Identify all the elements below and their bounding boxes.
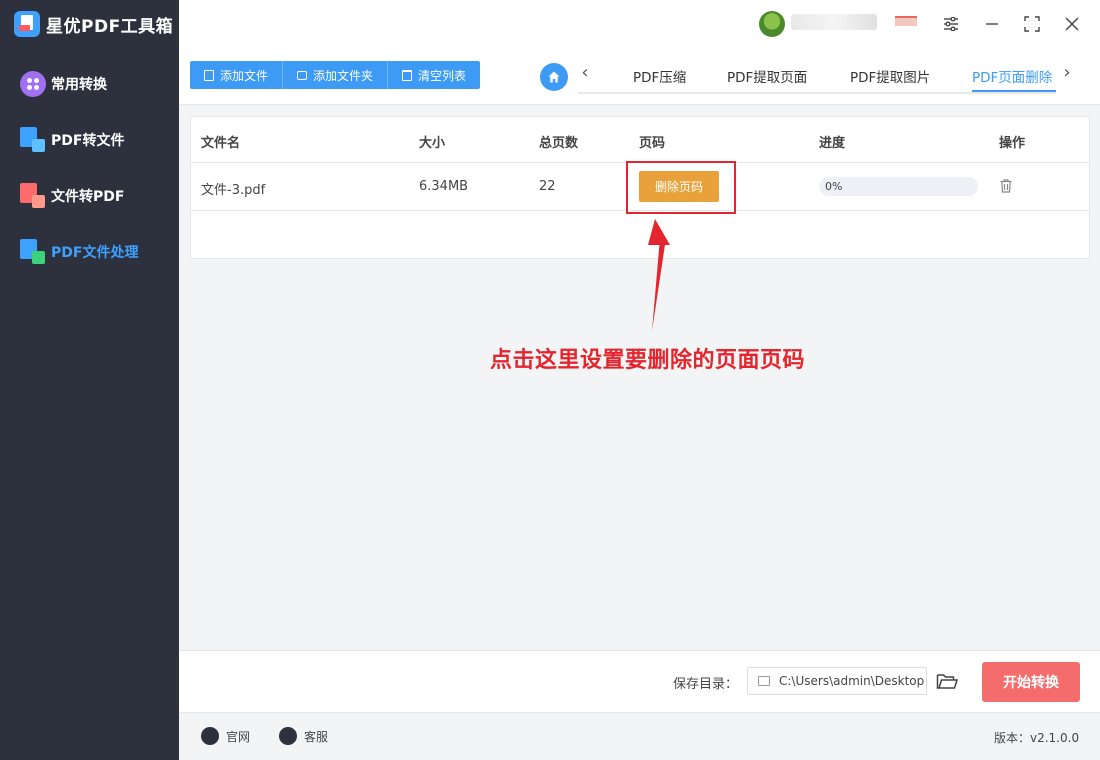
pdf-processing-icon (20, 239, 46, 265)
empty-row (191, 211, 1089, 259)
add-file-button[interactable]: 添加文件 (190, 61, 284, 89)
sidebar-item-label: 常用转换 (51, 77, 107, 93)
file-name: 文件-3.pdf (201, 183, 266, 198)
vip-badge (895, 16, 917, 26)
close-icon[interactable] (1060, 12, 1084, 36)
function-tabs: PDF压缩 PDF提取页面 PDF提取图片 PDF页面删除 (578, 60, 1056, 94)
clear-list-label: 清空列表 (418, 68, 467, 83)
sidebar: 星优PDF工具箱 常用转换 PDF转文件 文件转PDF PDF文件处理 (0, 0, 179, 760)
user-avatar[interactable] (759, 11, 785, 37)
save-bar: 保存目录： C:\Users\admin\Desktop 开始转换 (179, 650, 1100, 712)
sidebar-item-label: PDF转文件 (51, 133, 125, 149)
website-label: 官网 (226, 729, 251, 744)
pdf-to-file-icon (20, 127, 46, 153)
add-folder-button[interactable]: 添加文件夹 (283, 61, 389, 89)
add-folder-label: 添加文件夹 (313, 68, 374, 83)
start-convert-button[interactable]: 开始转换 (982, 662, 1080, 702)
save-directory-label: 保存目录： (673, 677, 739, 692)
trash-icon (402, 69, 413, 81)
tabs-scroll-right-icon[interactable]: › (1057, 62, 1077, 83)
grid-icon (20, 71, 46, 97)
progress-text: 0% (825, 180, 843, 193)
customer-service-link[interactable]: 客服 (279, 727, 328, 745)
home-button[interactable] (540, 63, 568, 91)
main-panel: 添加文件 添加文件夹 清空列表 ‹ PDF压缩 PDF提取页面 PDF提取图片 … (179, 0, 1100, 760)
tab-pdf-compress[interactable]: PDF压缩 (633, 66, 686, 86)
sidebar-item-file-to-pdf[interactable]: 文件转PDF (20, 181, 124, 211)
browser-icon (201, 727, 219, 745)
header-action: 操作 (999, 136, 1026, 151)
title-bar (179, 0, 1100, 50)
file-table: 文件名 大小 总页数 页码 进度 操作 文件-3.pdf 6.34MB 22 删… (190, 116, 1090, 640)
chat-icon (279, 727, 297, 745)
file-icon (204, 69, 214, 81)
save-directory-input[interactable]: C:\Users\admin\Desktop (747, 667, 927, 695)
minimize-icon[interactable] (980, 12, 1004, 36)
header-progress: 进度 (819, 136, 846, 151)
footer: 官网 客服 版本：v2.1.0.0 (179, 712, 1100, 760)
sidebar-item-label: 文件转PDF (51, 189, 125, 205)
sidebar-item-common-convert[interactable]: 常用转换 (20, 69, 107, 99)
active-tab-indicator (972, 90, 1056, 92)
annotation-text: 点击这里设置要删除的页面页码 (490, 348, 806, 373)
sidebar-item-label: PDF文件处理 (51, 245, 139, 261)
file-to-pdf-icon (20, 183, 46, 209)
header-total-pages: 总页数 (539, 136, 579, 151)
header-size: 大小 (419, 136, 446, 151)
app-title: 星优PDF工具箱 (46, 16, 174, 37)
folder-icon (297, 70, 308, 80)
app-logo-icon (14, 11, 40, 37)
website-link[interactable]: 官网 (201, 727, 250, 745)
user-name-redacted (791, 14, 877, 30)
home-icon (548, 71, 560, 83)
add-file-label: 添加文件 (220, 68, 269, 83)
delete-pages-button[interactable]: 删除页码 (639, 171, 719, 202)
browse-folder-icon[interactable] (936, 671, 958, 691)
save-path-text: C:\Users\admin\Desktop (779, 674, 925, 688)
service-label: 客服 (304, 729, 329, 744)
clear-list-button[interactable]: 清空列表 (388, 61, 481, 89)
tab-pdf-delete-pages[interactable]: PDF页面删除 (972, 66, 1052, 86)
tab-pdf-extract-images[interactable]: PDF提取图片 (850, 66, 930, 86)
content-area: 文件名 大小 总页数 页码 进度 操作 文件-3.pdf 6.34MB 22 删… (179, 105, 1100, 650)
sidebar-item-pdf-to-file[interactable]: PDF转文件 (20, 125, 124, 155)
tab-pdf-extract-pages[interactable]: PDF提取页面 (727, 66, 807, 86)
progress-bar: 0% (819, 177, 978, 196)
table-row: 文件-3.pdf 6.34MB 22 删除页码 0% (191, 161, 1089, 214)
maximize-icon[interactable] (1020, 12, 1044, 36)
header-page-code: 页码 (639, 136, 666, 151)
settings-sliders-icon[interactable] (939, 12, 963, 36)
delete-row-icon[interactable] (1000, 179, 1012, 193)
file-size: 6.34MB (419, 179, 469, 194)
sidebar-item-pdf-processing[interactable]: PDF文件处理 (20, 237, 138, 267)
folder-small-icon (758, 676, 770, 686)
table-header: 文件名 大小 总页数 页码 进度 操作 (191, 117, 1089, 163)
file-toolbar: 添加文件 添加文件夹 清空列表 (190, 61, 481, 89)
header-filename: 文件名 (201, 136, 241, 151)
file-pages: 22 (539, 179, 556, 194)
version-text: 版本：v2.1.0.0 (994, 731, 1080, 745)
app-brand: 星优PDF工具箱 (14, 10, 173, 38)
